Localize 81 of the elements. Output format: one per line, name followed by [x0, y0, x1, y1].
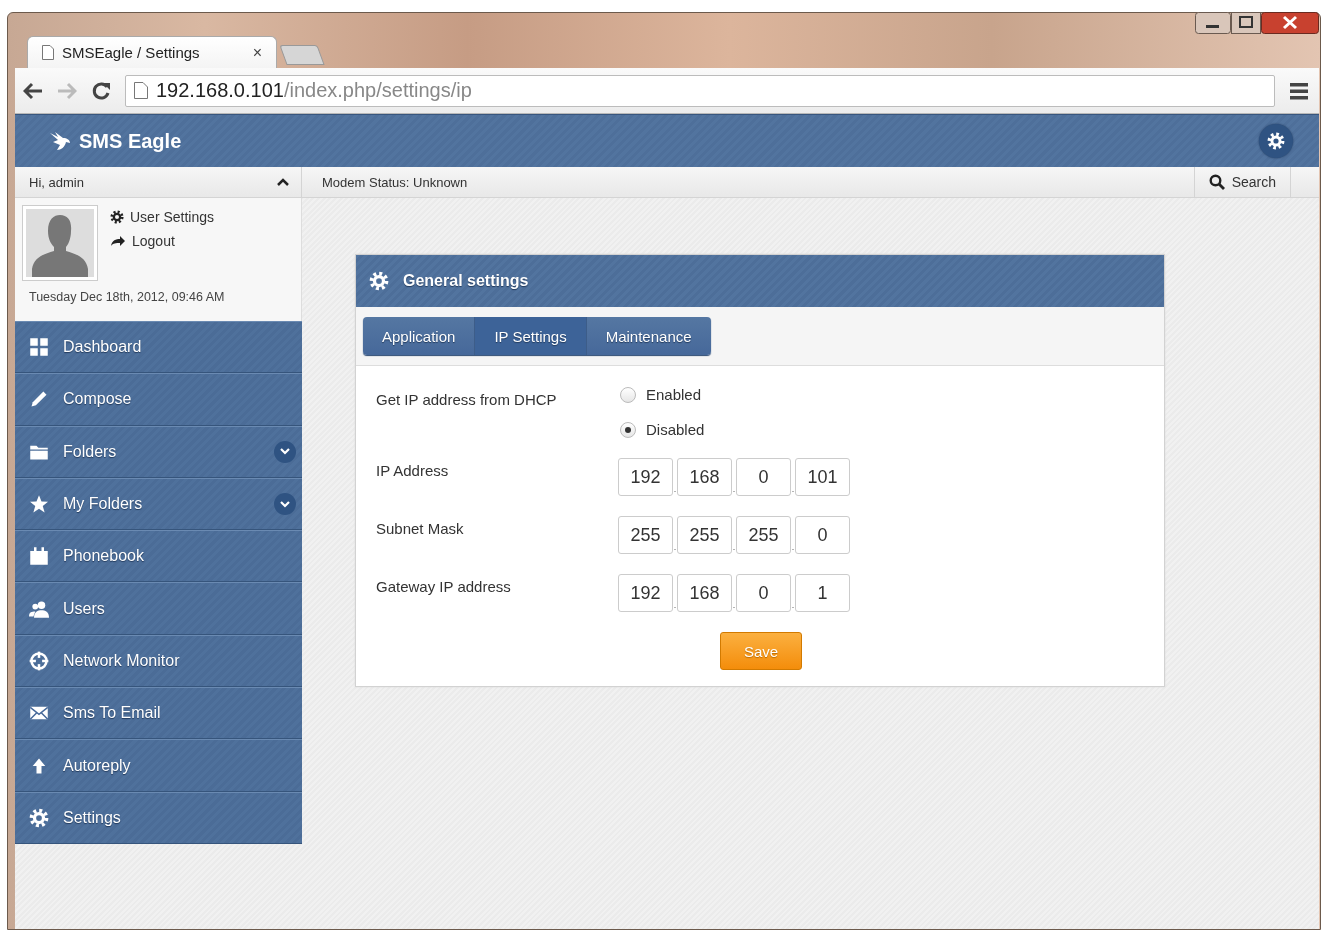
sidebar-item[interactable]: Settings	[15, 791, 302, 844]
ip-octet-field[interactable]: 101	[795, 458, 850, 496]
sidebar-item[interactable]: Network Monitor	[15, 634, 302, 688]
close-icon[interactable]	[1261, 12, 1319, 34]
back-icon[interactable]	[23, 81, 43, 100]
expand-button[interactable]	[274, 493, 296, 516]
field-label: Get IP address from DHCP	[376, 390, 558, 410]
field-label: Subnet Mask	[376, 519, 465, 537]
sidebar-item[interactable]: Users	[15, 582, 302, 635]
settings-icon	[1267, 132, 1285, 150]
page-icon	[134, 82, 148, 99]
dot-separator: .	[732, 600, 736, 610]
sidebar-item[interactable]: My Folders	[15, 477, 302, 531]
dot-separator: .	[673, 484, 677, 494]
ip-octet-field[interactable]: 192	[618, 458, 673, 496]
dot-separator: .	[791, 600, 795, 610]
sidebar-item[interactable]: Dashboard	[15, 321, 302, 374]
dot-separator: .	[732, 484, 736, 494]
ip-octet-field[interactable]: 0	[736, 458, 791, 496]
settings-icon	[369, 271, 389, 291]
reload-icon[interactable]	[91, 80, 111, 101]
ip-octet-field[interactable]: 0	[736, 574, 791, 612]
address-bar[interactable]: 192.168.0.101/index.php/settings/ip	[125, 74, 1275, 107]
bird-icon	[49, 131, 71, 151]
collapse-caret-icon[interactable]	[277, 178, 289, 186]
maximize-icon[interactable]	[1231, 12, 1261, 34]
dot-separator: .	[673, 600, 677, 610]
calendar-icon	[29, 546, 49, 567]
search-button[interactable]: Search	[1193, 167, 1291, 197]
dot-separator: .	[732, 542, 736, 552]
dot-separator: .	[673, 542, 677, 552]
modem-status: Modem Status: Unknown	[322, 174, 468, 190]
browser-tab[interactable]: SMSEagle / Settings ×	[27, 36, 277, 68]
radio-button[interactable]	[620, 421, 636, 438]
tab-close-button[interactable]: ×	[252, 43, 262, 62]
star-icon	[29, 494, 49, 515]
greeting-text: Hi, admin	[29, 174, 84, 190]
tab[interactable]: Maintenance	[586, 317, 711, 355]
dot-separator: .	[791, 484, 795, 494]
field-label: Gateway IP address	[376, 577, 512, 595]
dot-separator: .	[791, 542, 795, 552]
arrow-right-icon	[110, 235, 126, 247]
grid-icon	[29, 337, 49, 358]
minimize-icon[interactable]	[1195, 12, 1231, 34]
user-menu-link[interactable]: Logout	[132, 233, 175, 249]
chevron-down-icon	[280, 500, 290, 508]
sidebar-item[interactable]: Phonebook	[15, 530, 302, 583]
sidebar-item[interactable]: Folders	[15, 425, 302, 478]
gear-icon	[110, 210, 124, 224]
sidebar-item[interactable]: Compose	[15, 373, 302, 426]
date-text: Tuesday Dec 18th, 2012, 09:46 AM	[28, 290, 226, 304]
page-icon	[42, 45, 54, 60]
chevron-down-icon	[280, 448, 290, 456]
user-menu-link[interactable]: User Settings	[130, 209, 215, 225]
app-logo: SMS Eagle	[79, 129, 182, 153]
ip-octet-field[interactable]: 255	[677, 516, 732, 554]
pencil-icon	[29, 389, 49, 410]
radio-label: Enabled	[646, 386, 702, 403]
menu-icon[interactable]	[1289, 81, 1309, 100]
ip-octet-field[interactable]: 168	[677, 458, 732, 496]
url-text: 192.168.0.101/index.php/settings/ip	[156, 79, 472, 102]
settings-button[interactable]	[1259, 124, 1293, 158]
crosshair-icon	[29, 650, 49, 671]
ip-octet-field[interactable]: 192	[618, 574, 673, 612]
ip-octet-field[interactable]: 168	[677, 574, 732, 612]
sidebar-item[interactable]: Autoreply	[15, 739, 302, 792]
tab[interactable]: Application	[363, 317, 476, 355]
field-label: IP Address	[376, 461, 450, 479]
panel-title: General settings	[403, 272, 529, 290]
sidebar-item[interactable]: Sms To Email	[15, 687, 302, 740]
radio-button[interactable]	[620, 386, 636, 403]
ip-octet-field[interactable]: 255	[618, 516, 673, 554]
ip-octet-field[interactable]: 0	[795, 516, 850, 554]
ip-octet-field[interactable]: 1	[795, 574, 850, 612]
expand-button[interactable]	[274, 440, 296, 463]
search-icon	[1208, 174, 1225, 190]
tab-title: SMSEagle / Settings	[62, 44, 201, 61]
radio-label: Disabled	[646, 421, 705, 438]
ip-octet-field[interactable]: 255	[736, 516, 791, 554]
tab[interactable]: IP Settings	[475, 317, 587, 355]
settings-icon	[29, 807, 49, 828]
